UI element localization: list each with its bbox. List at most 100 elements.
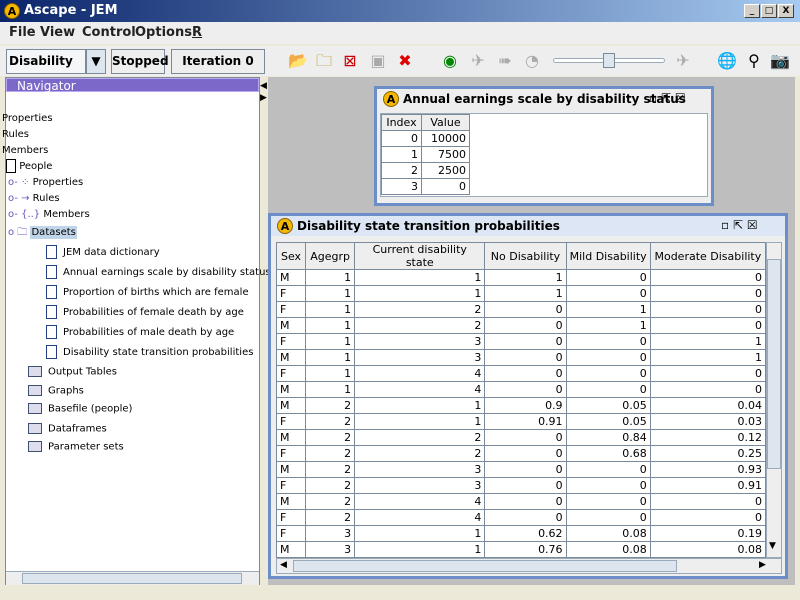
tree-item-folder[interactable]: Parameter sets [10,441,124,453]
tree-item-folder[interactable]: Graphs [10,385,84,397]
restart-icon[interactable]: ◔ [521,50,543,72]
column-header[interactable]: Mild Disability [565,242,651,270]
table-row[interactable]: M 2 2 0 0.84 0.12 [276,429,766,446]
splitter-arrows-icon[interactable]: ◀ ▶ [260,80,268,110]
table-cell: 0 [484,317,567,334]
table-row[interactable]: 1 7500 [381,146,470,163]
column-header[interactable]: Agegrp [305,242,356,270]
scrollbar-thumb[interactable] [22,573,242,584]
minimize-button[interactable]: _ [744,4,760,18]
table-cell: 0.25 [649,445,766,462]
close-button[interactable]: X [778,4,794,18]
table-row[interactable]: 2 2500 [381,162,470,179]
menu-file[interactable]: File [9,25,36,40]
table-row[interactable]: F 2 1 0.91 0.05 0.03 [276,413,766,430]
table-row[interactable]: M12010 [276,317,766,334]
table-row[interactable]: M13001 [276,349,766,366]
open-file-icon[interactable]: 🗀 [313,50,335,72]
folder-open-icon: o 🗀 [8,227,31,238]
step-icon[interactable]: ✈ [467,50,489,72]
tree-item-dataset[interactable]: Probabilities of male death by age [46,325,234,339]
tree-item-dataset[interactable]: Annual earnings scale by disability stat… [46,265,271,279]
scrollbar-thumb[interactable] [293,560,677,572]
scroll-right-icon[interactable]: ▶ [759,560,766,570]
column-header[interactable]: Index [381,114,422,131]
column-header[interactable]: Moderate Disability [649,242,766,270]
navigator-horizontal-scrollbar[interactable] [6,571,259,585]
tree-item-properties[interactable]: Properties [2,113,53,124]
table-row[interactable]: F 3 1 0.62 0.08 0.19 [276,525,766,542]
close-table-icon[interactable]: ⊠ [339,50,361,72]
column-header[interactable]: No Disability [484,242,567,270]
label: Members [43,209,90,220]
dataset-select[interactable]: Disability st... [6,49,86,91]
table-cell: 0 [649,317,766,334]
menu-control[interactable]: Control [82,25,136,40]
table-row[interactable]: 30 [381,178,470,195]
scroll-down-icon[interactable]: ▼ [769,541,776,551]
binoculars-icon[interactable]: ⚲ [743,50,765,72]
table-row[interactable]: F14000 [276,365,766,382]
table-cell: 2 [354,445,486,462]
tree-item-dataset[interactable]: Proportion of births which are female [46,285,249,299]
fast-forward-icon[interactable]: ➠ [494,50,516,72]
table-cell: 0.03 [649,413,766,430]
column-header[interactable]: Value [421,114,470,131]
tree-item-output-tables[interactable]: Output Tables [10,366,117,378]
table-row[interactable]: F13001 [276,333,766,350]
tree-item-dataset[interactable]: JEM data dictionary [46,245,160,259]
tree-item-members[interactable]: Members [2,145,48,156]
scrollbar-thumb[interactable] [767,259,781,469]
vertical-scrollbar[interactable]: ▼ [766,242,782,558]
tree-item-people-members[interactable]: o- {..} Members [8,209,90,220]
window-controls-icon[interactable]: ▫ ⇱ ☒ [721,218,758,232]
table-cell: M [276,269,307,286]
table-row[interactable]: F 2 3 0 0 0.91 [276,477,766,494]
tree-item-dataset[interactable]: Disability state transition probabilitie… [46,345,253,359]
table-cell: 1 [305,381,356,398]
table-row[interactable]: F12010 [276,301,766,318]
table-row[interactable]: M11100 [276,269,766,286]
table-cell: 1 [305,365,356,382]
table-row[interactable]: M 2 3 0 0 0.93 [276,461,766,478]
table-row[interactable]: M14000 [276,381,766,398]
chevron-down-icon[interactable]: ▼ [86,49,106,74]
column-header[interactable]: Current disability state [354,242,486,270]
tree-item-folder[interactable]: Basefile (people) [10,403,132,415]
table-cell: 0 [649,365,766,382]
table-cell: 0 [649,493,766,510]
table-row[interactable]: F11100 [276,285,766,302]
tree-item-people-rules[interactable]: o- → Rules [8,193,60,204]
column-header[interactable]: Sex [276,242,307,270]
tree-item-folder[interactable]: Dataframes [10,423,107,435]
scroll-left-icon[interactable]: ◀ [280,560,287,570]
save-icon[interactable]: ▣ [367,50,389,72]
tree-item-people-properties[interactable]: o- ⁘ Properties [8,177,83,188]
tree-item-datasets[interactable]: o 🗀 Datasets [8,225,77,242]
globe-icon[interactable]: 🌐 [716,50,738,72]
open-folder-icon[interactable]: 📂 [287,50,309,72]
camera-icon[interactable]: 📷 [769,50,791,72]
menu-options[interactable]: Options [135,25,192,40]
delete-icon[interactable]: ✖ [394,50,416,72]
table-row[interactable]: 0 10000 [381,130,470,147]
tree-item-rules[interactable]: Rules [2,129,29,140]
start-icon[interactable]: ◉ [439,50,461,72]
table-cell: 0 [565,477,651,494]
speed-slider-thumb[interactable] [603,53,615,68]
maximize-button[interactable]: □ [761,4,777,18]
table-row[interactable]: F24000 [276,509,766,526]
label: Disability state transition probabilitie… [63,347,254,358]
tree-item-dataset[interactable]: Probabilities of female death by age [46,305,244,319]
window-controls-icon[interactable]: ▫ ⇱ ☒ [649,91,686,105]
table-row[interactable]: M 2 1 0.9 0.05 0.04 [276,397,766,414]
menu-view[interactable]: View [40,25,75,40]
pause-icon[interactable]: ✈ [672,50,694,72]
table-row[interactable]: M 3 1 0.76 0.08 0.08 [276,541,766,558]
transition-window: Disability state transition probabilitie… [268,213,788,579]
table-row[interactable]: M24000 [276,493,766,510]
tree-item-people[interactable]: People [6,159,52,173]
table-row[interactable]: F 2 2 0 0.68 0.25 [276,445,766,462]
menu-r[interactable]: R [192,25,202,40]
horizontal-scrollbar[interactable]: ◀ ▶ [276,558,782,574]
